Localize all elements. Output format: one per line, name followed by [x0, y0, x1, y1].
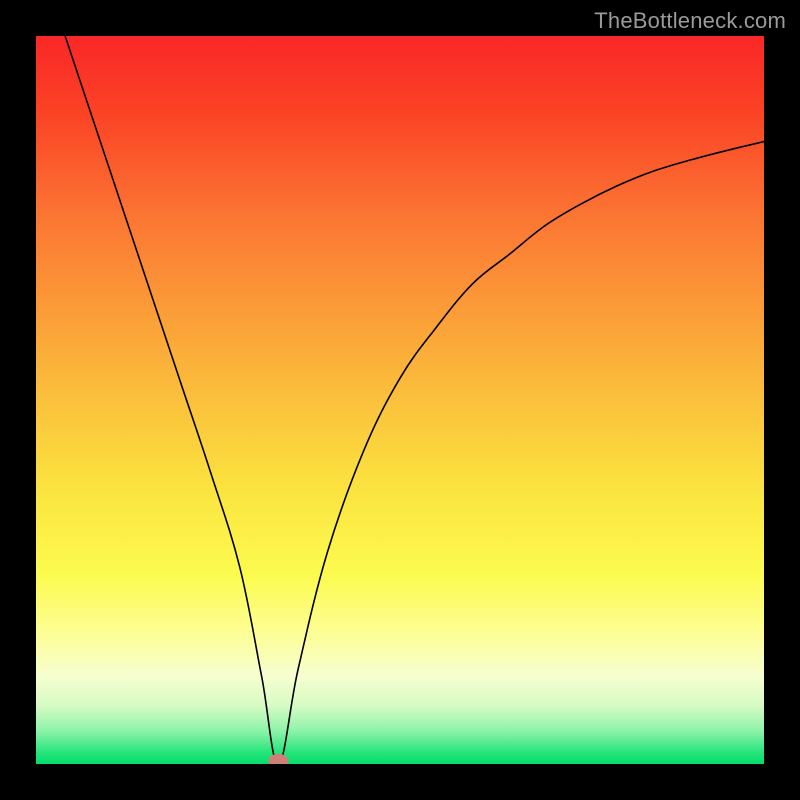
bottleneck-chart — [36, 36, 764, 764]
watermark-text: TheBottleneck.com — [594, 8, 786, 34]
gradient-background — [36, 36, 764, 764]
chart-frame — [36, 36, 764, 764]
